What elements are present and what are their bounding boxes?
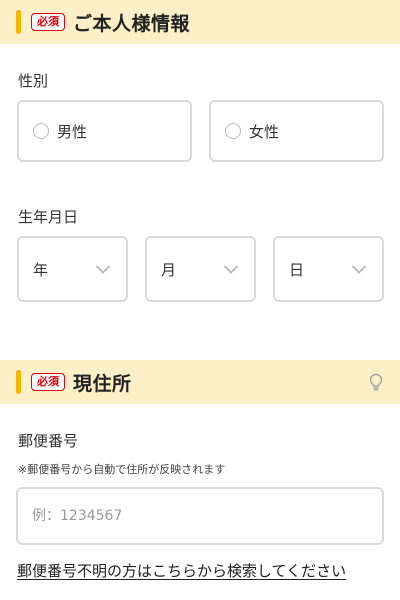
birthdate-label: 生年月日 <box>18 208 79 226</box>
gender-option-label: 男性 <box>57 122 88 141</box>
select-value: 日 <box>289 260 305 279</box>
required-badge: 必須 <box>31 13 65 31</box>
postal-code-note: ※郵便番号から自動で住所が反映されます <box>18 463 226 476</box>
postal-search-link[interactable]: 郵便番号不明の方はこちらから検索してください <box>17 560 346 581</box>
accent-bar <box>16 10 21 34</box>
lightbulb-icon[interactable] <box>366 372 386 392</box>
gender-option-female[interactable]: 女性 <box>209 100 384 162</box>
birth-day-select[interactable]: 日 <box>273 236 384 302</box>
radio-circle-icon <box>33 123 49 139</box>
chevron-down-icon <box>352 265 366 273</box>
chevron-down-icon <box>96 265 110 273</box>
postal-code-label: 郵便番号 <box>18 432 79 450</box>
accent-bar <box>16 370 21 394</box>
birth-month-select[interactable]: 月 <box>145 236 256 302</box>
radio-circle-icon <box>225 123 241 139</box>
gender-option-male[interactable]: 男性 <box>17 100 192 162</box>
birth-year-select[interactable]: 年 <box>17 236 128 302</box>
section-title: 現住所 <box>73 372 132 395</box>
select-value: 月 <box>161 260 177 279</box>
gender-option-label: 女性 <box>249 122 280 141</box>
gender-label: 性別 <box>18 72 49 90</box>
select-value: 年 <box>33 260 49 279</box>
required-badge: 必須 <box>31 373 65 391</box>
postal-code-input[interactable] <box>16 487 384 545</box>
personal-info-header: 必須 ご本人様情報 <box>0 0 400 44</box>
section-title: ご本人様情報 <box>73 12 191 35</box>
chevron-down-icon <box>224 265 238 273</box>
address-header: 必須 現住所 <box>0 360 400 404</box>
